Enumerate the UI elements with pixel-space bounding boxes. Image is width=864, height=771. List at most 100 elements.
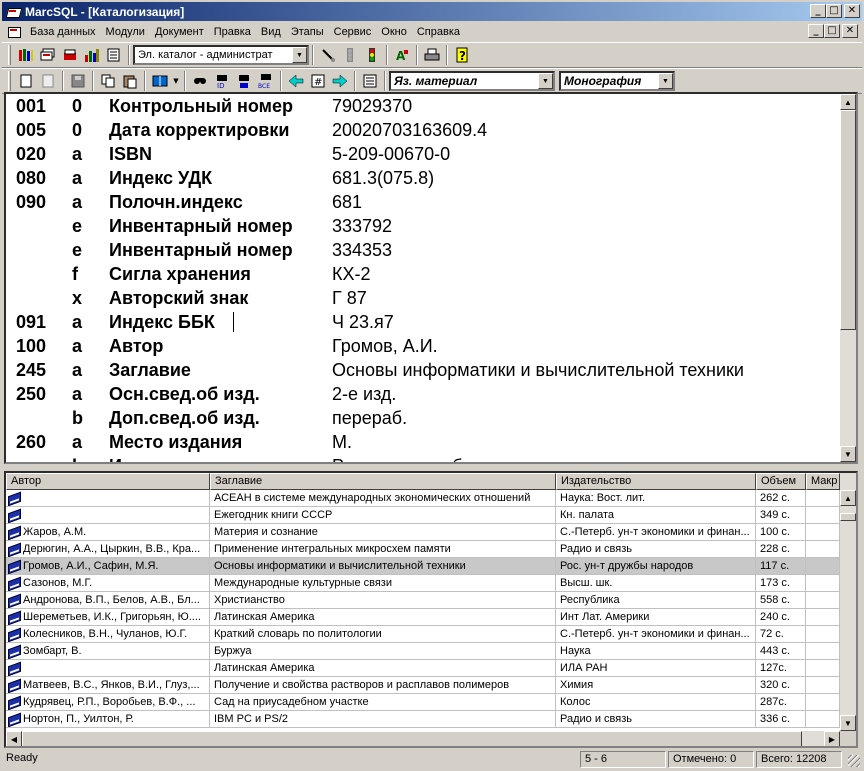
record-field[interactable]: 245 a Заглавие Основы информатики и вычисли… — [6, 358, 836, 382]
scroll-up-icon[interactable]: ▲ — [840, 94, 856, 110]
cell-macro[interactable] — [806, 490, 840, 507]
find-icon[interactable] — [189, 70, 211, 92]
record-field[interactable]: 100 a Автор Громов, А.И. — [6, 334, 836, 358]
new-record-icon[interactable] — [15, 70, 37, 92]
cell-author[interactable]: Зомбарт, В. — [6, 643, 210, 660]
menu-view[interactable]: Вид — [256, 26, 286, 38]
cell-volume[interactable]: 287с. — [756, 694, 806, 711]
menu-window[interactable]: Окно — [376, 26, 412, 38]
table-row[interactable]: Сазонов, М.Г. Международные культурные св… — [6, 575, 840, 592]
cell-publisher[interactable]: ИЛА РАН — [556, 660, 756, 677]
cell-macro[interactable] — [806, 541, 840, 558]
cell-title[interactable]: Основы информатики и вычислительной техн… — [210, 558, 556, 575]
cell-author[interactable] — [6, 507, 210, 524]
pane-splitter[interactable] — [2, 466, 862, 470]
chevron-down-icon[interactable]: ▼ — [171, 70, 181, 92]
cell-title[interactable]: Латинская Америка — [210, 660, 556, 677]
find-all-icon[interactable]: BCE — [255, 70, 277, 92]
cell-title[interactable]: Краткий словарь по политологии — [210, 626, 556, 643]
cell-title[interactable]: Сад на приусадебном участке — [210, 694, 556, 711]
cell-publisher[interactable]: Республика — [556, 592, 756, 609]
traffic-light-gray-icon[interactable] — [339, 44, 361, 66]
record-field[interactable]: x Авторский знак Г 87 — [6, 286, 836, 310]
chevron-down-icon[interactable]: ▼ — [292, 47, 307, 63]
print-icon[interactable] — [421, 44, 443, 66]
chevron-down-icon[interactable]: ▼ — [658, 73, 673, 89]
record-field[interactable]: e Инвентарный номер 333792 — [6, 214, 836, 238]
cell-macro[interactable] — [806, 643, 840, 660]
cell-macro[interactable] — [806, 507, 840, 524]
cell-author[interactable] — [6, 660, 210, 677]
table-row[interactable]: Дерюгин, А.А., Цыркин, В.В., Кра... Приме… — [6, 541, 840, 558]
cell-title[interactable]: Применение интегральных микросхем памяти — [210, 541, 556, 558]
field-value[interactable]: 2-е изд. — [332, 384, 396, 405]
grid-vertical-scrollbar[interactable]: ▲ ▼ — [840, 473, 856, 731]
mdi-minimize-button[interactable]: _ — [808, 24, 824, 38]
cell-author[interactable]: Жаров, А.М. — [6, 524, 210, 541]
scroll-right-icon[interactable]: ▶ — [824, 731, 840, 746]
field-value[interactable]: М. — [332, 432, 352, 453]
table-row[interactable]: Андронова, В.П., Белов, А.В., Бл... Христ… — [6, 592, 840, 609]
field-value[interactable]: 333792 — [332, 216, 392, 237]
cell-publisher[interactable]: Высш. шк. — [556, 575, 756, 592]
field-value[interactable]: 5-209-00670-0 — [332, 144, 450, 165]
column-header-macro[interactable]: Макр — [806, 473, 840, 490]
field-value[interactable]: Рос. ун-т дружбы народов — [332, 456, 550, 463]
traffic-light-icon[interactable] — [361, 44, 383, 66]
record-field[interactable]: e Инвентарный номер 334353 — [6, 238, 836, 262]
cell-volume[interactable]: 336 с. — [756, 711, 806, 728]
cell-macro[interactable] — [806, 558, 840, 575]
cell-title[interactable]: Ежегодник книги СССР — [210, 507, 556, 524]
record-field[interactable]: 001 0 Контрольный номер 79029370 — [6, 94, 836, 118]
scroll-up-icon[interactable]: ▲ — [840, 490, 856, 506]
copy-icon[interactable] — [97, 70, 119, 92]
field-value[interactable]: 20020703163609.4 — [332, 120, 487, 141]
language-select[interactable]: Яз. материал ▼ — [389, 71, 555, 91]
cell-title[interactable]: Международные культурные связи — [210, 575, 556, 592]
minimize-button[interactable]: _ — [810, 4, 826, 18]
cell-publisher[interactable]: Колос — [556, 694, 756, 711]
find-next-icon[interactable]: ID — [211, 70, 233, 92]
cell-title[interactable]: Христианство — [210, 592, 556, 609]
scroll-down-icon[interactable]: ▼ — [840, 715, 856, 731]
field-value[interactable]: Ч 23.я7 — [332, 312, 394, 333]
table-row[interactable]: Нортон, П., Уилтон, Р. IBM PC и PS/2 Радио… — [6, 711, 840, 728]
cell-volume[interactable]: 72 с. — [756, 626, 806, 643]
cell-volume[interactable]: 117 с. — [756, 558, 806, 575]
field-value[interactable]: Громов, А.И. — [332, 336, 438, 357]
cell-author[interactable]: Громов, А.И., Сафин, М.Я. — [6, 558, 210, 575]
field-value[interactable]: 79029370 — [332, 96, 412, 117]
menu-modules[interactable]: Модули — [101, 26, 150, 38]
table-row[interactable]: Громов, А.И., Сафин, М.Я. Основы информат… — [6, 558, 840, 575]
field-value[interactable]: 681 — [332, 192, 362, 213]
cell-volume[interactable]: 443 с. — [756, 643, 806, 660]
find-marked-icon[interactable] — [233, 70, 255, 92]
record-field[interactable]: 250 a Осн.свед.об изд. 2-е изд. — [6, 382, 836, 406]
field-value[interactable]: Основы информатики и вычислительной техн… — [332, 360, 744, 381]
scroll-down-icon[interactable]: ▼ — [840, 446, 856, 462]
record-field[interactable]: 080 a Индекс УДК 681.3(075.8) — [6, 166, 836, 190]
record-field[interactable]: 005 0 Дата корректировки 20020703163609.4 — [6, 118, 836, 142]
reader-icon[interactable] — [59, 44, 81, 66]
maximize-button[interactable]: □ — [826, 4, 842, 18]
cell-publisher[interactable]: С.-Петерб. ун-т экономики и финан... — [556, 524, 756, 541]
scroll-left-icon[interactable]: ◀ — [6, 731, 22, 746]
record-field[interactable]: 020 a ISBN 5-209-00670-0 — [6, 142, 836, 166]
table-row[interactable]: Матвеев, В.С., Янков, В.И., Глуз,... Полу… — [6, 677, 840, 694]
records-grid[interactable]: Автор Заглавие Издательство Объем Макр А… — [4, 471, 858, 748]
cell-macro[interactable] — [806, 677, 840, 694]
cell-volume[interactable]: 262 с. — [756, 490, 806, 507]
table-row[interactable]: Жаров, А.М. Материя и сознание С.-Петерб. … — [6, 524, 840, 541]
menu-edit[interactable]: Правка — [209, 26, 256, 38]
grid-horizontal-scrollbar[interactable]: ◀ ▶ — [6, 731, 840, 746]
cell-author[interactable]: Колесников, В.Н., Чуланов, Ю.Г. — [6, 626, 210, 643]
cell-author[interactable]: Дерюгин, А.А., Цыркин, В.В., Кра... — [6, 541, 210, 558]
table-row[interactable]: Кудрявец, Р.П., Воробьев, В.Ф., ... Сад н… — [6, 694, 840, 711]
catalog-select[interactable]: Эл. каталог - администрат ▼ — [133, 45, 309, 65]
cell-volume[interactable]: 349 с. — [756, 507, 806, 524]
cell-title[interactable]: Латинская Америка — [210, 609, 556, 626]
help-icon[interactable]: ? — [451, 44, 473, 66]
field-value[interactable]: 334353 — [332, 240, 392, 261]
cell-macro[interactable] — [806, 694, 840, 711]
arrow-left-icon[interactable] — [285, 70, 307, 92]
